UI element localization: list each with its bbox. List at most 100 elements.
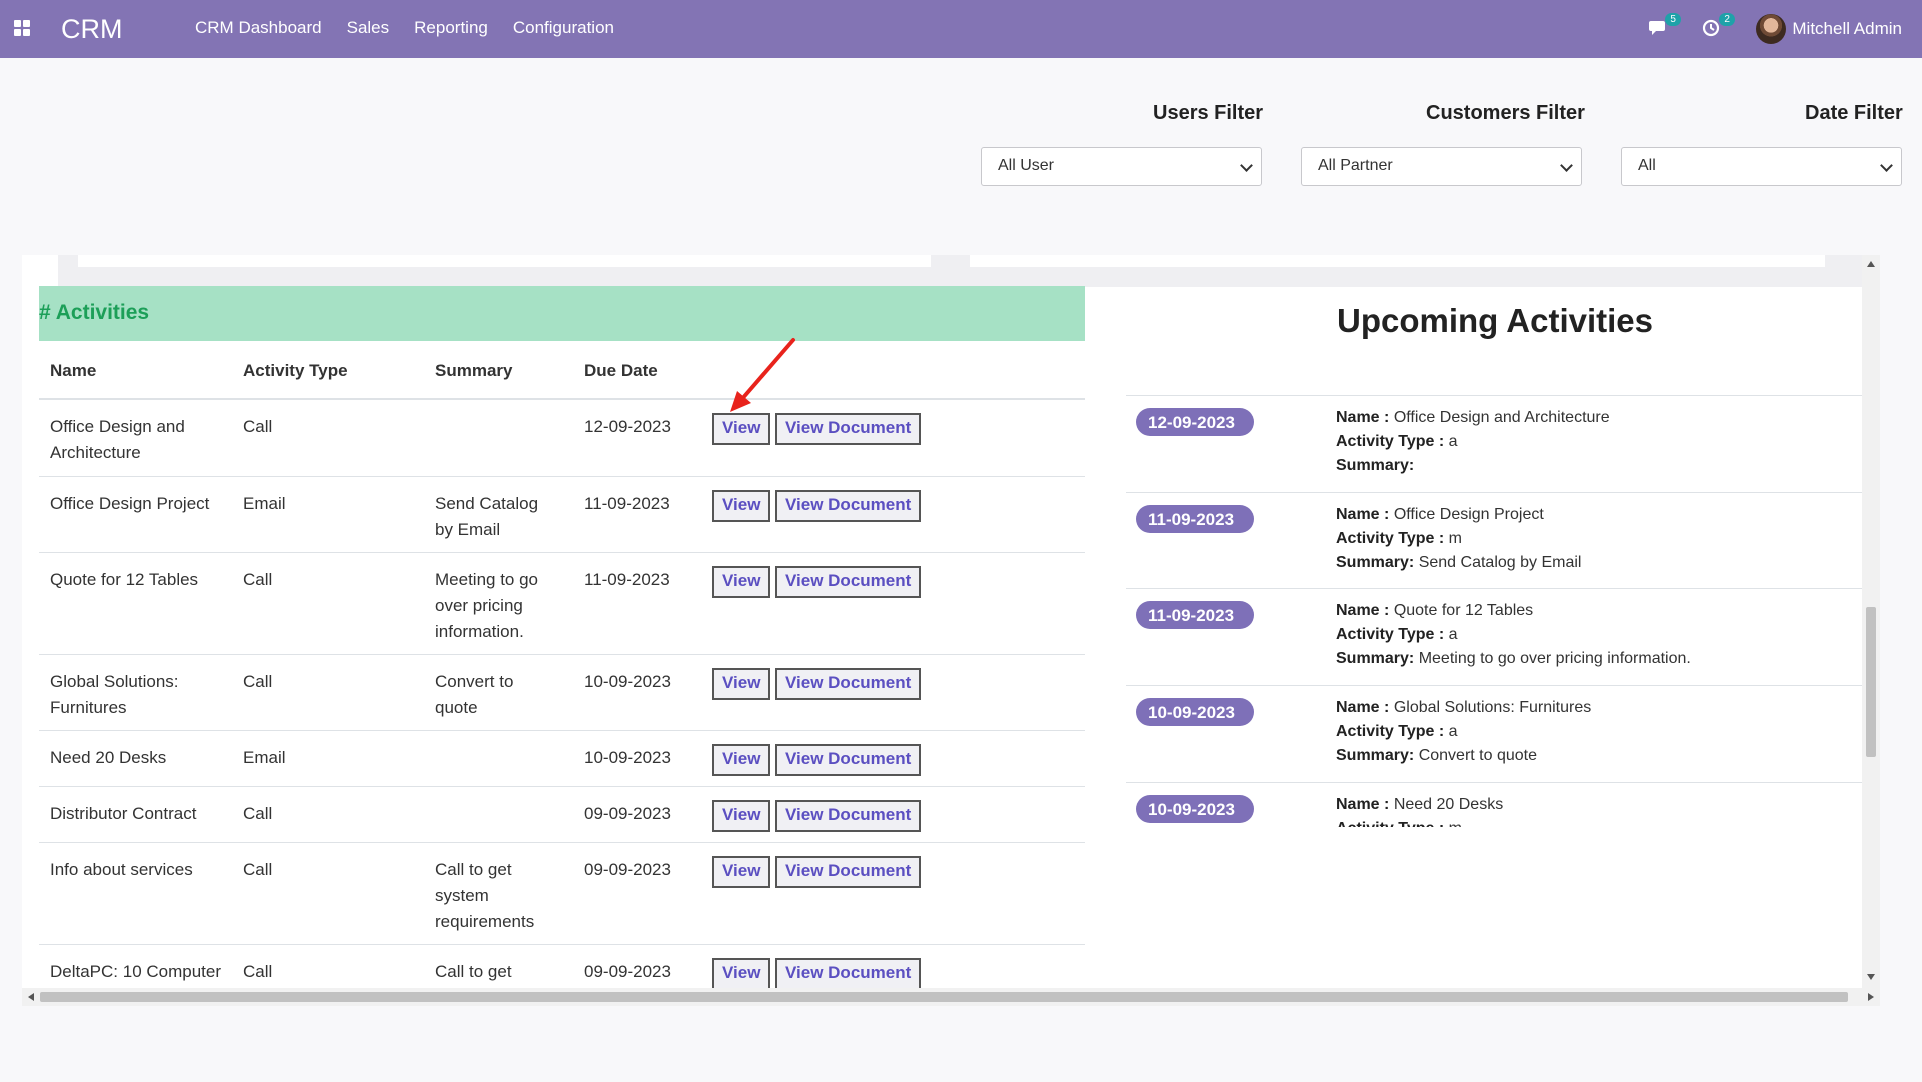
name-label: Name : <box>1336 796 1390 813</box>
user-name[interactable]: Mitchell Admin <box>1792 19 1902 39</box>
view-document-button[interactable]: View Document <box>775 668 922 700</box>
row-due-date: 11-09-2023 <box>584 570 670 589</box>
row-due-date: 09-09-2023 <box>584 804 671 823</box>
upcoming-item: Name : Need 20 Desks Activity Type : m <box>1336 793 1856 827</box>
view-document-button[interactable]: View Document <box>775 490 922 522</box>
upcoming-summary: Meeting to go over pricing information. <box>1418 650 1691 667</box>
row-summary: Call to get system requirements <box>435 860 535 931</box>
activities-button[interactable]: 2 <box>1702 13 1735 39</box>
upcoming-summary: Convert to quote <box>1418 747 1537 764</box>
row-due-date: 11-09-2023 <box>584 494 670 513</box>
menu-configuration[interactable]: Configuration <box>513 18 614 38</box>
col-summary: Summary <box>435 361 513 380</box>
row-type: Call <box>243 962 273 981</box>
vertical-scroll-thumb[interactable] <box>1866 607 1876 757</box>
col-activity-type: Activity Type <box>243 361 348 380</box>
strip-card-left <box>78 255 931 267</box>
top-card-strip <box>58 255 1863 287</box>
scroll-right-icon[interactable] <box>1868 993 1874 1001</box>
view-button[interactable]: View <box>712 856 771 888</box>
summary-label: Summary: <box>1336 457 1415 474</box>
upcoming-type: a <box>1448 433 1458 450</box>
view-document-button[interactable]: View Document <box>775 856 922 888</box>
menu-reporting[interactable]: Reporting <box>414 18 488 38</box>
row-name: Info about services <box>50 860 193 879</box>
upcoming-name: Global Solutions: Furnitures <box>1393 699 1592 716</box>
table-row: Office Design and Architecture Call 12-0… <box>39 400 1085 477</box>
users-filter-select[interactable]: All User <box>981 147 1262 186</box>
row-type: Call <box>243 570 273 589</box>
dashboard-content: # Activities Name Activity Type Summary … <box>22 255 1880 988</box>
view-document-button[interactable]: View Document <box>775 413 922 445</box>
row-type: Call <box>243 672 273 691</box>
row-summary: Call to get training needs <box>435 962 512 981</box>
menu-crm-dashboard[interactable]: CRM Dashboard <box>195 18 322 38</box>
row-due-date: 09-09-2023 <box>584 962 671 981</box>
app-brand[interactable]: CRM <box>61 14 123 45</box>
view-button[interactable]: View <box>712 744 771 776</box>
navbar-right: 5 2 Mitchell Admin <box>1648 0 1922 58</box>
row-due-date: 10-09-2023 <box>584 748 671 767</box>
upcoming-item: Name : Global Solutions: Furnitures Acti… <box>1336 696 1856 768</box>
divider <box>1126 395 1862 396</box>
name-label: Name : <box>1336 506 1390 523</box>
apps-grid-icon[interactable] <box>14 20 30 36</box>
table-row: Distributor Contract Call 09-09-2023 Vie… <box>39 787 1085 843</box>
messages-button[interactable]: 5 <box>1648 13 1681 39</box>
row-due-date: 10-09-2023 <box>584 672 671 691</box>
row-summary: Send Catalog by Email <box>435 494 539 539</box>
type-label: Activity Type : <box>1336 626 1445 643</box>
upcoming-item: Name : Quote for 12 Tables Activity Type… <box>1336 599 1856 671</box>
col-name: Name <box>50 361 97 380</box>
view-document-button[interactable]: View Document <box>775 958 922 988</box>
upcoming-name: Need 20 Desks <box>1393 796 1504 813</box>
scroll-up-icon[interactable] <box>1867 261 1875 267</box>
activities-count-badge: 2 <box>1719 13 1735 26</box>
view-document-button[interactable]: View Document <box>775 800 922 832</box>
type-label: Activity Type : <box>1336 820 1444 827</box>
type-label: Activity Type : <box>1336 530 1445 547</box>
row-name: Quote for 12 Tables <box>50 570 199 589</box>
view-button[interactable]: View <box>712 413 771 445</box>
view-document-button[interactable]: View Document <box>775 744 922 776</box>
upcoming-name: Quote for 12 Tables <box>1393 602 1534 619</box>
row-name: Global Solutions: Furnitures <box>50 672 179 717</box>
avatar[interactable] <box>1756 14 1787 44</box>
view-button[interactable]: View <box>712 566 771 598</box>
date-filter-label: Date Filter <box>1805 102 1903 124</box>
scroll-down-icon[interactable] <box>1867 974 1875 980</box>
horizontal-scroll-thumb[interactable] <box>40 992 1848 1002</box>
menu-sales[interactable]: Sales <box>347 18 390 38</box>
chevron-down-icon <box>1240 159 1253 172</box>
customers-filter-value: All Partner <box>1318 157 1393 174</box>
horizontal-scrollbar[interactable] <box>22 988 1880 1006</box>
type-label: Activity Type : <box>1336 723 1445 740</box>
view-document-button[interactable]: View Document <box>775 566 922 598</box>
upcoming-name: Office Design and Architecture <box>1393 409 1610 426</box>
date-filter-select[interactable]: All <box>1621 147 1902 186</box>
table-row: Office Design Project Email Send Catalog… <box>39 477 1085 553</box>
view-button[interactable]: View <box>712 958 771 988</box>
messages-count-badge: 5 <box>1665 13 1681 26</box>
row-due-date: 09-09-2023 <box>584 860 671 879</box>
divider <box>1126 685 1862 686</box>
row-name: DeltaPC: 10 Computer Desks <box>50 962 222 981</box>
customers-filter-select[interactable]: All Partner <box>1301 147 1582 186</box>
view-button[interactable]: View <box>712 800 771 832</box>
summary-label: Summary: <box>1336 650 1415 667</box>
row-type: Call <box>243 860 273 879</box>
upcoming-name: Office Design Project <box>1393 506 1544 523</box>
upcoming-summary: Send Catalog by Email <box>1418 554 1582 571</box>
row-type: Call <box>243 804 273 823</box>
upcoming-item: Name : Office Design and Architecture Ac… <box>1336 406 1856 478</box>
vertical-scrollbar[interactable] <box>1862 255 1880 988</box>
col-due-date: Due Date <box>584 361 658 380</box>
view-button[interactable]: View <box>712 668 771 700</box>
chevron-down-icon <box>1560 159 1573 172</box>
upcoming-date-badge: 12-09-2023 <box>1136 408 1254 436</box>
row-due-date: 12-09-2023 <box>584 417 671 436</box>
upcoming-type: a <box>1448 626 1458 643</box>
row-type: Email <box>243 748 286 767</box>
view-button[interactable]: View <box>712 490 771 522</box>
scroll-left-icon[interactable] <box>28 993 34 1001</box>
